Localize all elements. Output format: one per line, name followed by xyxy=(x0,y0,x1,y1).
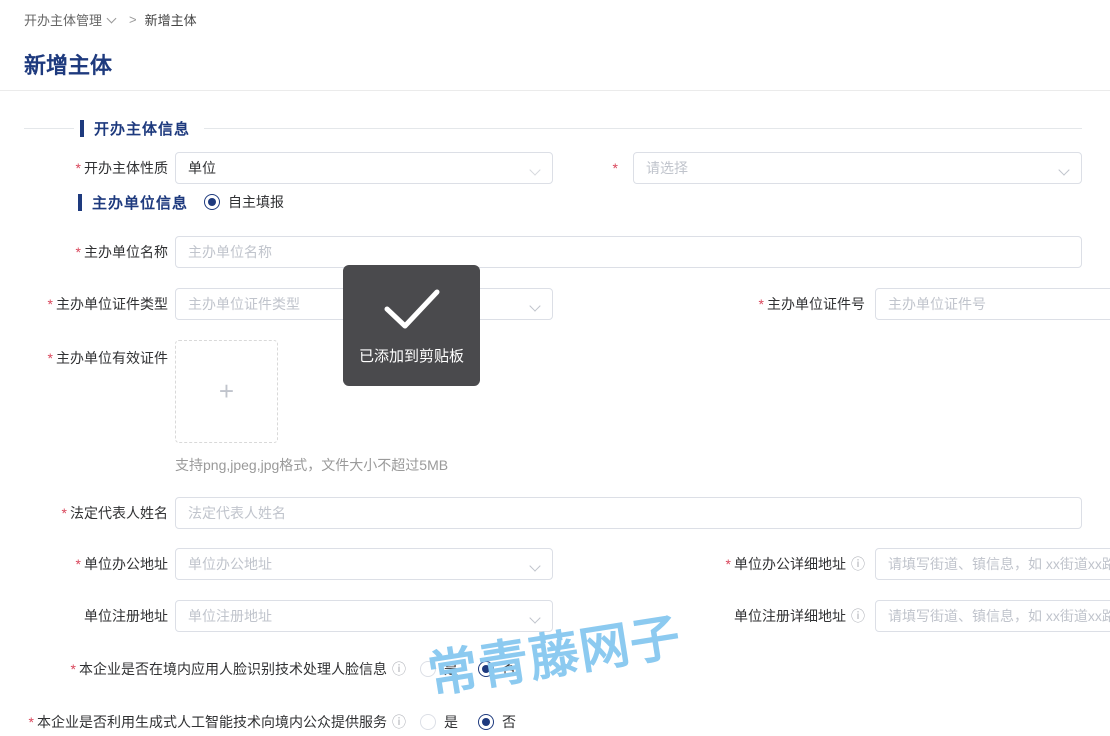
cert-no-group: *主办单位证件号 xyxy=(759,288,1082,320)
reg-addr-detail-input[interactable] xyxy=(875,600,1110,632)
subject-nature-select[interactable]: 单位 xyxy=(175,152,553,184)
required-mark: * xyxy=(48,296,53,312)
reg-addr-placeholder: 单位注册地址 xyxy=(188,606,272,626)
org-name-input[interactable] xyxy=(175,236,1082,268)
office-addr-placeholder: 单位办公地址 xyxy=(188,554,272,574)
ai-question-no-radio[interactable] xyxy=(478,714,494,730)
breadcrumb-item-new-subject: 新增主体 xyxy=(145,10,197,29)
chevron-down-icon xyxy=(1058,164,1069,175)
office-addr-detail-label: *单位办公详细地址ⓘ xyxy=(726,554,865,574)
chevron-down-icon xyxy=(529,300,540,311)
ai-question-radios: 是 否 xyxy=(420,712,516,732)
cert-no-label: *主办单位证件号 xyxy=(759,294,865,314)
section-bar xyxy=(78,194,82,211)
required-mark: * xyxy=(48,350,53,366)
required-mark: * xyxy=(71,661,76,677)
face-question-no-radio[interactable] xyxy=(478,661,494,677)
subject-nature-value: 单位 xyxy=(188,158,216,178)
face-question-radios: 是 否 xyxy=(420,659,516,679)
self-report-radio[interactable] xyxy=(204,194,220,210)
required-mark: * xyxy=(29,714,34,730)
reg-addr-detail-label: 单位注册详细地址ⓘ xyxy=(734,606,865,626)
required-mark: * xyxy=(76,244,81,260)
row-face-question: *本企业是否在境内应用人脸识别技术处理人脸信息ⓘ 是 否 xyxy=(24,657,1082,681)
ai-question-yes-radio[interactable] xyxy=(420,714,436,730)
info-icon[interactable]: ⓘ xyxy=(851,606,865,626)
subject-nature-label: *开办主体性质 xyxy=(24,158,168,178)
section-title-organizer-info: 主办单位信息 xyxy=(92,192,188,213)
subject-type-select[interactable]: 请选择 xyxy=(633,152,1082,184)
upload-hint: 支持png,jpeg,jpg格式，文件大小不超过5MB xyxy=(175,455,448,475)
reg-addr-label: 单位注册地址 xyxy=(24,606,168,626)
required-mark: * xyxy=(759,296,764,312)
chevron-down-icon xyxy=(529,612,540,623)
required-mark: * xyxy=(76,160,81,176)
legal-name-label: *法定代表人姓名 xyxy=(24,503,168,523)
office-addr-detail-group: *单位办公详细地址ⓘ xyxy=(726,548,1082,580)
face-question-label: *本企业是否在境内应用人脸识别技术处理人脸信息ⓘ xyxy=(24,659,406,679)
row-reg-addr: 单位注册地址 单位注册地址 单位注册详细地址ⓘ xyxy=(24,600,1082,632)
info-icon[interactable]: ⓘ xyxy=(392,714,406,730)
ai-question-no-label: 否 xyxy=(502,712,516,732)
row-legal-name: *法定代表人姓名 xyxy=(24,497,1082,529)
section-title-subject-info: 开办主体信息 xyxy=(94,118,190,139)
clipboard-toast: 已添加到剪贴板 xyxy=(343,265,480,386)
section-line-right xyxy=(204,128,1082,129)
office-addr-label: *单位办公地址 xyxy=(24,554,168,574)
row-office-addr: *单位办公地址 单位办公地址 *单位办公详细地址ⓘ xyxy=(24,548,1082,580)
upload-button[interactable]: + xyxy=(175,340,278,443)
reg-addr-detail-group: 单位注册详细地址ⓘ xyxy=(734,600,1082,632)
info-icon[interactable]: ⓘ xyxy=(851,554,865,574)
face-question-no-label: 否 xyxy=(502,659,516,679)
subject-type-placeholder: 请选择 xyxy=(646,158,688,178)
plus-icon: + xyxy=(219,376,234,407)
office-addr-select[interactable]: 单位办公地址 xyxy=(175,548,553,580)
row-cert: *主办单位证件类型 主办单位证件类型 *主办单位证件号 xyxy=(24,288,1082,320)
chevron-down-icon xyxy=(529,560,540,571)
required-mark: * xyxy=(76,556,81,572)
section-line-left xyxy=(24,128,74,129)
breadcrumb: 开办主体管理 > 新增主体 xyxy=(24,10,197,29)
breadcrumb-separator: > xyxy=(129,12,137,27)
required-mark: * xyxy=(62,505,67,521)
required-mark: * xyxy=(613,160,618,176)
chevron-down-icon[interactable] xyxy=(107,13,117,23)
required-mark: * xyxy=(726,556,731,572)
row-subject-nature: *开办主体性质 单位 * 请选择 xyxy=(24,152,1082,184)
face-question-yes-label: 是 xyxy=(444,659,458,679)
cert-type-placeholder: 主办单位证件类型 xyxy=(188,294,300,314)
row-ai-question: *本企业是否利用生成式人工智能技术向境内公众提供服务ⓘ 是 否 xyxy=(24,710,1082,734)
org-name-label: *主办单位名称 xyxy=(24,242,168,262)
chevron-down-icon xyxy=(529,164,540,175)
breadcrumb-item-subject-management[interactable]: 开办主体管理 xyxy=(24,10,102,29)
face-question-yes-radio[interactable] xyxy=(420,661,436,677)
form: 开办主体信息 *开办主体性质 单位 * 请选择 主办单位信息 xyxy=(0,90,1110,734)
section-organizer-info: 主办单位信息 自主填报 xyxy=(24,193,1082,211)
section-bar xyxy=(80,120,84,137)
toast-message: 已添加到剪贴板 xyxy=(359,345,464,366)
legal-name-input[interactable] xyxy=(175,497,1082,529)
subject-type-group: * 请选择 xyxy=(613,152,1082,184)
reg-addr-select[interactable]: 单位注册地址 xyxy=(175,600,553,632)
self-report-radio-group: 自主填报 xyxy=(204,192,284,212)
valid-cert-label: *主办单位有效证件 xyxy=(24,340,168,368)
ai-question-label: *本企业是否利用生成式人工智能技术向境内公众提供服务ⓘ xyxy=(24,712,406,732)
section-subject-info: 开办主体信息 xyxy=(24,119,1082,137)
info-icon[interactable]: ⓘ xyxy=(392,661,406,677)
cert-no-input[interactable] xyxy=(875,288,1110,320)
page: 开办主体管理 > 新增主体 新增主体 开办主体信息 *开办主体性质 单位 * 请… xyxy=(0,0,1110,736)
page-title: 新增主体 xyxy=(24,48,112,80)
row-org-name: *主办单位名称 xyxy=(24,236,1082,268)
check-icon xyxy=(379,287,445,331)
ai-question-yes-label: 是 xyxy=(444,712,458,732)
self-report-radio-label: 自主填报 xyxy=(228,192,284,212)
office-addr-detail-input[interactable] xyxy=(875,548,1110,580)
row-valid-cert: *主办单位有效证件 + 支持png,jpeg,jpg格式，文件大小不超过5MB xyxy=(24,340,1082,473)
cert-type-label: *主办单位证件类型 xyxy=(24,294,168,314)
